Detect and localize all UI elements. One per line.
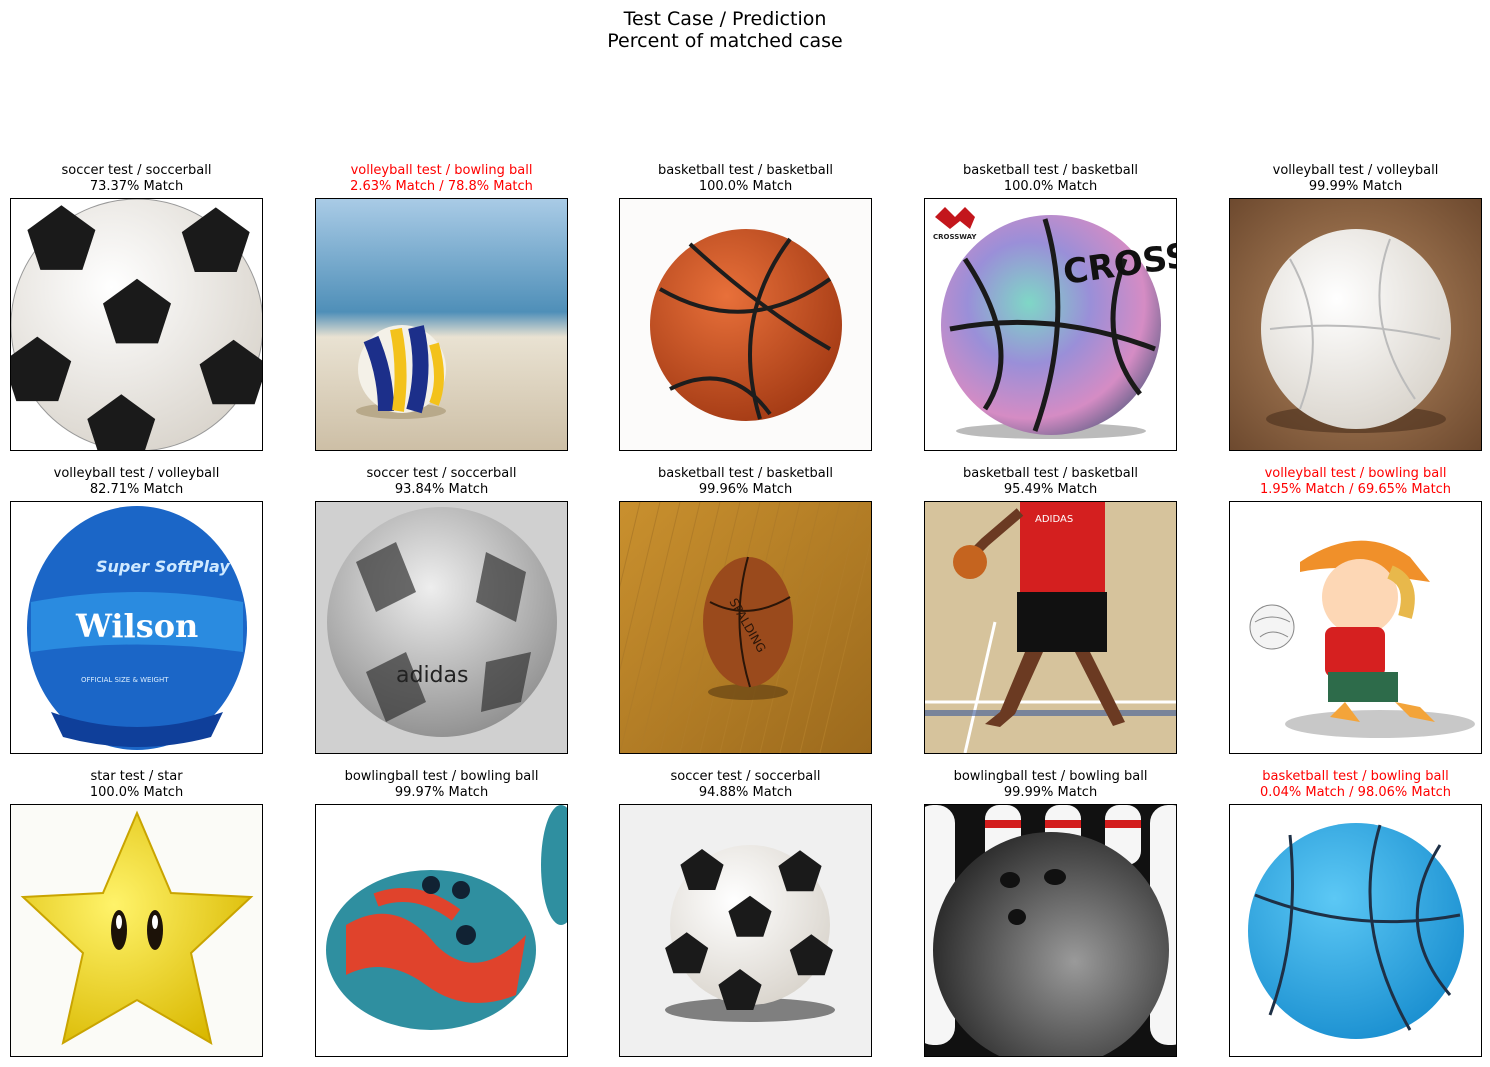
panel-caption: volleyball test / volleyball 82.71% Matc…	[53, 466, 220, 497]
panel-caption: soccer test / soccerball 73.37% Match	[61, 163, 212, 194]
blue-volleyball-image: Super SoftPlay Wilson OFFICIAL SIZE & WE…	[10, 501, 263, 754]
svg-text:ADIDAS: ADIDAS	[1035, 514, 1073, 525]
panel-caption: volleyball test / volleyball 99.99% Matc…	[1272, 163, 1439, 194]
soccer-ball-image	[10, 198, 263, 451]
panel-caption: volleyball test / bowling ball 2.63% Mat…	[350, 163, 533, 194]
soccer-ball-shadow-image	[619, 804, 872, 1057]
panel-caption: basketball test / basketball 100.0% Matc…	[658, 163, 833, 194]
white-volleyball-on-sand-image	[1229, 198, 1482, 451]
swirl-bowling-ball-image	[315, 804, 568, 1057]
volleyball-on-beach-image	[315, 198, 568, 451]
player-dribbling-image: ADIDAS	[924, 501, 1177, 754]
panel-caption: basketball test / bowling ball 0.04% Mat…	[1259, 769, 1452, 800]
svg-text:CROSSWAY: CROSSWAY	[933, 233, 977, 241]
panel-caption: soccer test / soccerball 94.88% Match	[670, 769, 821, 800]
blue-basketball-image	[1229, 804, 1482, 1057]
bowling-ball-pins-image	[924, 804, 1177, 1057]
panel-caption: soccer test / soccerball 93.84% Match	[366, 466, 517, 497]
holographic-basketball-image: CROSS CROSSWAY	[924, 198, 1177, 451]
panel-caption: basketball test / basketball 95.49% Matc…	[963, 466, 1138, 497]
panel-caption: basketball test / basketball 100.0% Matc…	[963, 163, 1138, 194]
svg-text:adidas: adidas	[396, 663, 468, 688]
svg-text:Wilson: Wilson	[75, 607, 198, 645]
panel-caption: volleyball test / bowling ball 1.95% Mat…	[1259, 466, 1452, 497]
panel-caption: bowlingball test / bowling ball 99.99% M…	[953, 769, 1148, 800]
cartoon-kid-volleyball-image	[1229, 501, 1482, 754]
panel-caption: bowlingball test / bowling ball 99.97% M…	[344, 769, 539, 800]
panel-caption: basketball test / basketball 99.96% Matc…	[658, 466, 833, 497]
yellow-star-image	[10, 804, 263, 1057]
silver-soccer-ball-image: adidas	[315, 501, 568, 754]
figure-title: Test Case / Prediction Percent of matche…	[607, 8, 843, 52]
basketball-image	[619, 198, 872, 451]
svg-text:OFFICIAL SIZE & WEIGHT: OFFICIAL SIZE & WEIGHT	[81, 676, 169, 684]
svg-text:Super SoftPlay: Super SoftPlay	[96, 557, 230, 576]
panel-caption: star test / star 100.0% Match	[89, 769, 184, 800]
basketball-on-court-image: SPALDING	[619, 501, 872, 754]
